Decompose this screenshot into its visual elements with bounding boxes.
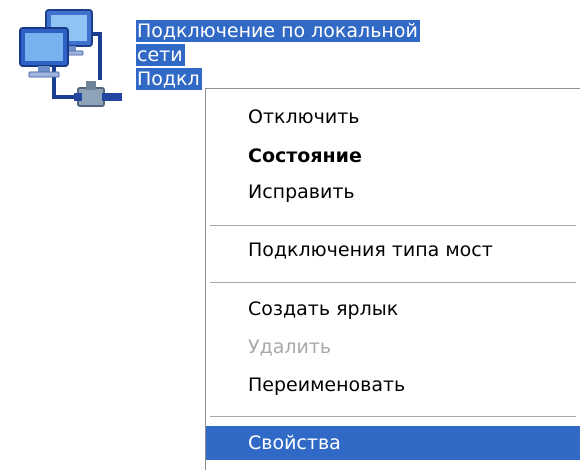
menu-item-properties[interactable]: Свойства — [206, 426, 580, 460]
menu-item-repair[interactable]: Исправить — [206, 175, 580, 209]
menu-separator — [210, 282, 576, 284]
menu-item-create-shortcut[interactable]: Создать ярлык — [206, 292, 580, 326]
menu-item-disconnect[interactable]: Отключить — [206, 100, 580, 134]
menu-separator — [210, 416, 576, 418]
menu-item-bridge-connections[interactable]: Подключения типа мост — [206, 233, 580, 267]
menu-item-delete: Удалить — [248, 336, 332, 358]
connection-name-line2: сети — [136, 44, 185, 66]
connection-status-text: Подкл — [136, 68, 202, 90]
desktop-area: Подключение по локальной сети Подкл Откл… — [0, 0, 580, 470]
network-connection-icon[interactable] — [12, 2, 130, 120]
menu-item-status[interactable]: Состояние — [206, 139, 580, 173]
context-menu: Отключить Состояние Исправить Подключени… — [205, 88, 580, 470]
menu-separator — [210, 225, 576, 227]
connection-label[interactable]: Подключение по локальной сети Подкл — [136, 19, 476, 91]
menu-item-rename[interactable]: Переименовать — [206, 368, 580, 402]
connection-name-line1: Подключение по локальной — [136, 20, 420, 42]
